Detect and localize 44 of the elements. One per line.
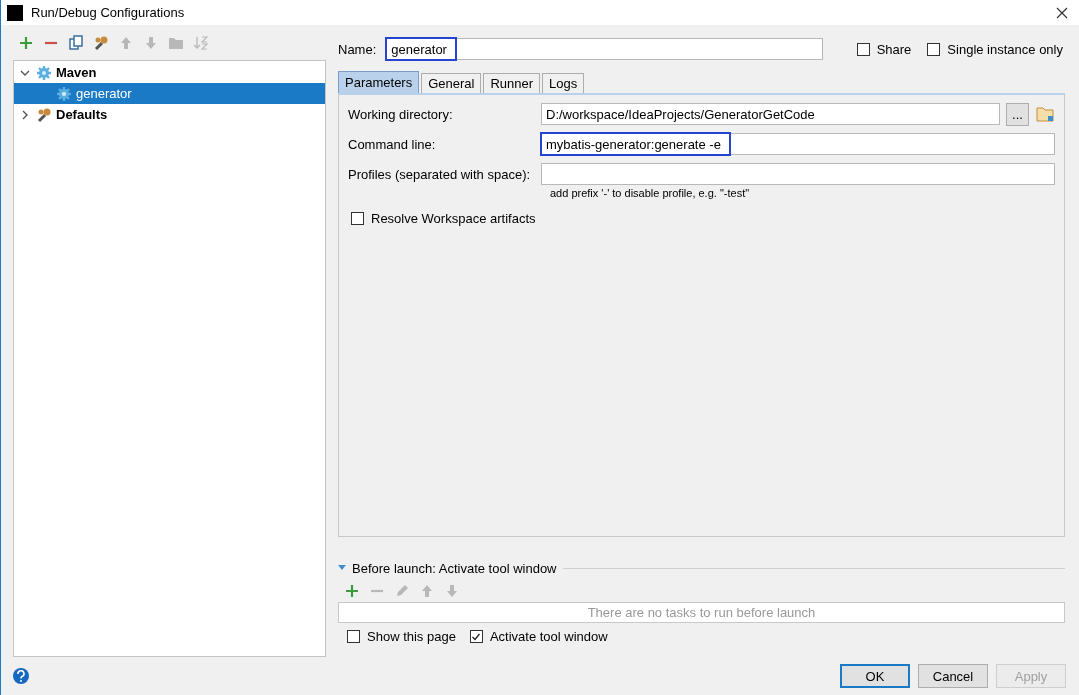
text-field[interactable]: mybatis-generator:generate -e <box>541 133 1055 155</box>
help-icon[interactable] <box>13 668 29 684</box>
tree-item[interactable]: Maven <box>14 62 325 83</box>
checkbox-label: Resolve Workspace artifacts <box>371 211 536 226</box>
checkbox[interactable] <box>927 42 941 56</box>
checkbox[interactable] <box>351 212 364 225</box>
tab[interactable]: Logs <box>542 73 585 93</box>
gear-icon <box>36 64 52 81</box>
checkbox[interactable] <box>469 630 483 643</box>
gear-icon <box>56 85 72 102</box>
window-title: Run/Debug Configurations <box>31 5 185 20</box>
browse-button[interactable]: ... <box>1006 102 1029 126</box>
field-label: Working directory: <box>348 106 454 122</box>
tab[interactable]: General <box>421 73 482 93</box>
highlight-frame <box>385 37 457 61</box>
checkbox[interactable] <box>347 630 360 643</box>
text-field[interactable]: generator <box>386 38 824 60</box>
tree-item[interactable]: generator <box>14 83 325 104</box>
checkbox-label: Single instance only <box>947 41 1063 57</box>
app-logo-icon <box>7 4 23 21</box>
checkbox-label: Activate tool window <box>489 629 608 644</box>
text-field[interactable] <box>541 163 1055 185</box>
field-label: Name: <box>338 41 377 57</box>
dialog-button[interactable]: OK <box>840 664 910 688</box>
folder-icon[interactable] <box>1035 104 1055 124</box>
add-icon[interactable] <box>18 34 34 51</box>
empty-list-text: There are no tasks to run before launch <box>338 602 1065 623</box>
field-label: Profiles (separated with space): <box>348 166 532 182</box>
copy-icon[interactable] <box>68 34 84 51</box>
field-label: Command line: <box>348 136 437 152</box>
tab[interactable]: Runner <box>483 73 541 93</box>
hint-text: add prefix '-' to disable profile, e.g. "-test" <box>550 187 751 199</box>
text-field[interactable]: D:/workspace/IdeaProjects/GeneratorGetCode <box>541 103 1000 125</box>
checkbox-label: Show this page <box>367 629 456 644</box>
wrench-icon <box>36 106 52 123</box>
tab[interactable]: Parameters <box>338 71 420 93</box>
section-title[interactable]: Before launch: Activate tool window <box>352 560 557 576</box>
checkbox-label: Share <box>876 41 912 57</box>
add-icon[interactable] <box>344 583 360 599</box>
tree-item[interactable]: Defaults <box>14 104 325 125</box>
triangle-down-icon[interactable] <box>338 564 346 572</box>
dialog-button[interactable]: Cancel <box>918 664 988 688</box>
checkbox[interactable] <box>856 42 870 56</box>
wrench-icon[interactable] <box>93 34 109 51</box>
